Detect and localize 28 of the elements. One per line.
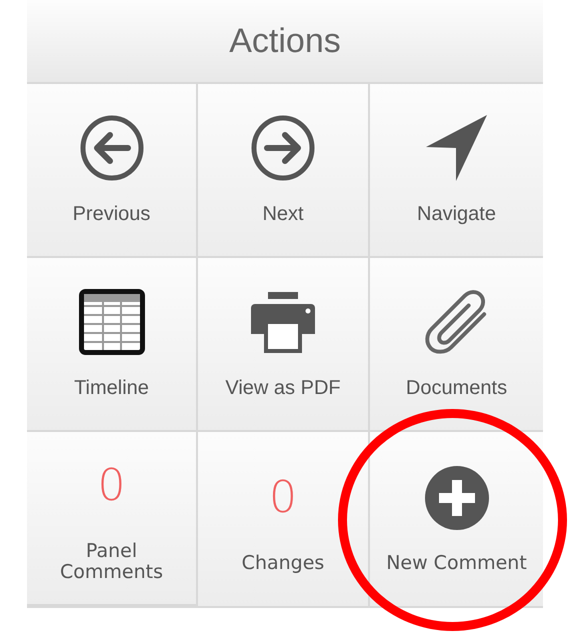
paperclip-icon	[424, 289, 488, 355]
printer-icon	[251, 289, 315, 355]
action-tile[interactable]: Previous	[27, 84, 198, 258]
action-tile[interactable]: Next	[198, 84, 370, 258]
action-tile[interactable]: View as PDF	[198, 258, 370, 432]
action-label: Panel Comments	[59, 541, 164, 583]
table-icon	[78, 289, 144, 355]
right-arrow-circle-icon	[251, 115, 315, 181]
action-label: Next	[262, 203, 304, 225]
action-label: View as PDF	[225, 377, 341, 399]
action-label: Documents	[406, 377, 508, 399]
action-tile[interactable]: New Comment	[370, 432, 543, 606]
action-tile[interactable]: 0 Panel Comments	[27, 432, 198, 606]
count-value: 0	[98, 459, 126, 514]
navigation-arrow-icon	[426, 115, 488, 181]
action-label: Navigate	[417, 203, 496, 225]
action-label: Previous	[72, 203, 150, 225]
action-label: Changes	[242, 552, 324, 574]
action-tile[interactable]: Navigate	[370, 84, 543, 258]
left-arrow-circle-icon	[80, 115, 144, 181]
action-tile[interactable]: Documents	[370, 258, 543, 432]
action-tile[interactable]: Timeline	[27, 258, 198, 432]
action-label: Timeline	[74, 377, 149, 399]
panel-title: Actions	[229, 22, 341, 60]
action-label: New Comment	[386, 552, 527, 574]
count-value: 0	[269, 470, 297, 525]
action-tile[interactable]: 0 Changes	[198, 432, 370, 606]
plus-circle-icon	[424, 464, 488, 531]
